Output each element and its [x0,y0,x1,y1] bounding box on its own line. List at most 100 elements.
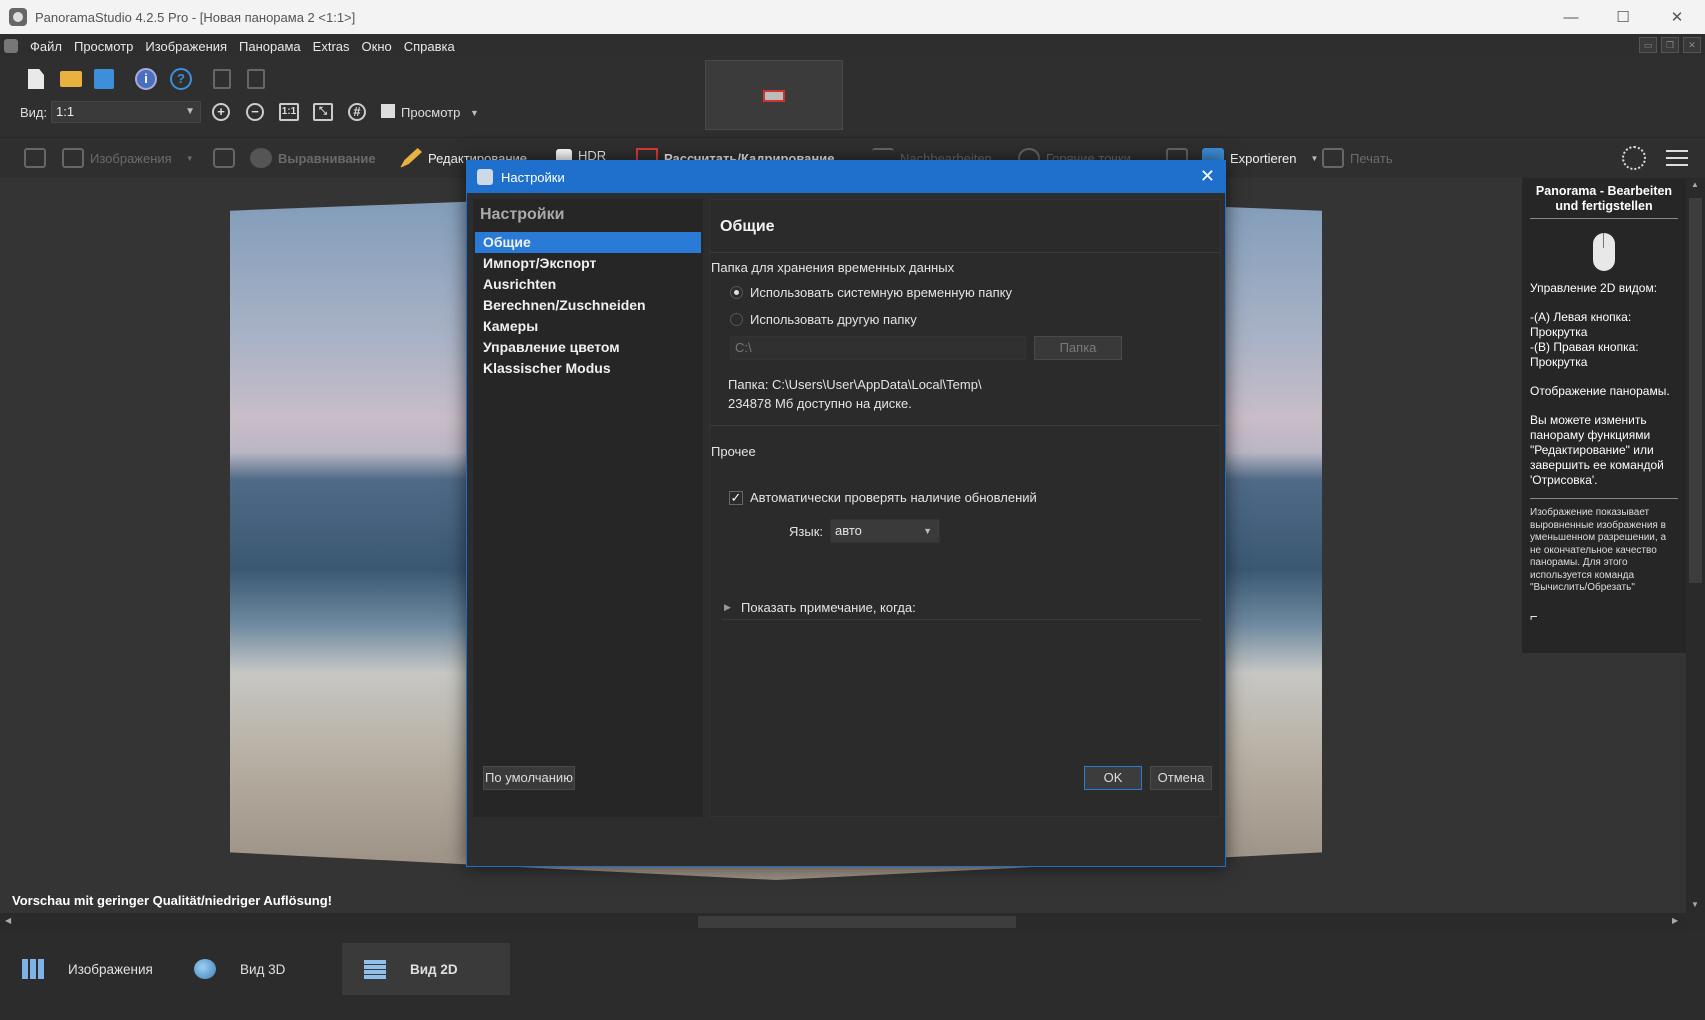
auto-update-checkbox[interactable]: ✓ [729,491,743,505]
panorama-2d-icon [364,959,386,979]
mdi-minimize-button[interactable]: ▭ [1639,37,1657,53]
settings-nav: Настройки Общие Импорт/Экспорт Ausrichte… [473,199,703,817]
workflow-align[interactable]: Выравнивание [250,148,376,168]
dialog-close-button[interactable]: ✕ [1200,166,1215,187]
scroll-right-icon[interactable]: ▶ [1672,916,1678,925]
theme-sun-icon[interactable] [1622,146,1646,170]
tab-2d-view[interactable]: Вид 2D [342,943,510,995]
menu-extras[interactable]: Extras [313,39,350,54]
language-label: Язык: [789,524,823,539]
horizontal-scrollbar-thumb[interactable] [698,916,1016,928]
expand-arrow-icon[interactable]: ▶ [724,602,731,613]
radio-other-folder[interactable] [730,313,743,326]
restore-defaults-button[interactable]: По умолчанию [483,766,575,790]
current-folder-path: Папка: C:\Users\User\AppData\Local\Temp\ [728,377,982,392]
zoom-in-icon[interactable]: + [212,103,230,121]
auto-update-label[interactable]: Автоматически проверять наличие обновлен… [750,490,1037,505]
page-title: Общие [720,218,775,235]
zoom-out-icon[interactable]: − [246,103,264,121]
minimize-button[interactable]: — [1545,0,1597,34]
doc-icon [4,39,18,53]
zoom-1-1-icon[interactable]: 1:1 [279,103,299,121]
help-display: Отображение панорамы. [1530,384,1670,398]
workflow-print[interactable]: Печать [1322,148,1393,168]
low-quality-notice: Vorschau mit geringer Qualität/niedriger… [12,893,332,908]
nav-item-import-export[interactable]: Импорт/Экспорт [475,253,701,274]
maximize-button[interactable]: ☐ [1597,0,1649,34]
nav-item-general[interactable]: Общие [475,232,701,253]
radio-system-temp[interactable] [730,286,743,299]
help-hint: Вы можете изменить панораму функциями "Р… [1530,413,1664,487]
help-panel-title: Panorama - Bearbeiten und fertigstellen [1530,184,1678,219]
chevron-down-icon: ▼ [923,526,932,536]
help-small-note: Изображение показывает выровненные изобр… [1530,498,1678,595]
mouse-icon [1593,233,1615,271]
menu-help[interactable]: Справка [404,39,455,54]
grid-icon[interactable]: # [348,103,366,121]
save-icon[interactable] [94,69,114,89]
ok-button[interactable]: OK [1084,766,1142,790]
language-select[interactable]: авто ▼ [830,519,940,543]
menu-file[interactable]: Файл [30,39,62,54]
show-note-expander[interactable]: Показать примечание, когда: [741,600,916,615]
chevron-down-icon: ▼ [185,106,195,117]
image-add-icon [24,148,46,168]
cancel-button[interactable]: Отмена [1150,766,1212,790]
dialog-title-bar: Настройки ✕ [467,161,1225,193]
vertical-scrollbar[interactable]: ▲ ▼ [1686,178,1705,913]
images-icon [62,148,84,168]
radio-system-temp-label[interactable]: Использовать системную временную папку [750,285,1012,300]
layout-left-icon[interactable] [213,69,231,89]
preview-dropdown-icon[interactable]: ▼ [470,108,479,118]
nav-item-align[interactable]: Ausrichten [475,274,701,295]
scroll-up-icon[interactable]: ▲ [1691,180,1699,189]
divider [710,252,1220,253]
help-right-button: -(B) Правая кнопка: Прокрутка [1530,340,1639,369]
open-folder-icon[interactable] [60,71,82,87]
mdi-restore-button[interactable]: ❐ [1661,37,1679,53]
layout-right-icon[interactable] [247,69,265,89]
workflow-images[interactable]: Изображения ▼ [62,148,194,168]
fit-window-icon[interactable]: ⤡ [313,103,333,121]
settings-content: Общие Папка для хранения временных данны… [709,199,1221,817]
misc-group-label: Прочее [711,444,756,459]
settings-dialog: Настройки ✕ Настройки Общие Импорт/Экспо… [466,160,1226,867]
view-zoom-select[interactable]: 1:1 ▼ [51,101,201,123]
align-icon [250,148,272,168]
pencil-icon [400,148,422,168]
hamburger-menu-icon[interactable] [1666,150,1688,166]
thumbnail-viewport-marker [763,90,785,102]
tab-images[interactable]: Изображения [0,943,170,995]
main-toolbar: i ? Вид: 1:1 ▼ + − 1:1 ⤡ # Просмотр ▼ [0,58,1705,138]
horizontal-scrollbar[interactable]: ◀ ▶ [0,913,1686,931]
menu-panorama[interactable]: Панорама [239,39,301,54]
preview-checkbox[interactable] [381,104,395,118]
menu-window[interactable]: Окно [362,39,392,54]
panorama-thumbnail[interactable] [705,60,843,130]
vertical-scrollbar-thumb[interactable] [1689,198,1702,583]
dialog-title: Настройки [501,169,565,185]
tab-3d-view[interactable]: Вид 3D [172,943,340,995]
add-images-button[interactable] [24,148,52,168]
help-icon[interactable]: ? [170,68,192,90]
nav-item-cameras[interactable]: Камеры [475,316,701,337]
camera-button[interactable] [213,148,241,168]
nav-item-color-management[interactable]: Управление цветом [475,337,701,358]
new-file-icon[interactable] [28,69,44,89]
scroll-down-icon[interactable]: ▼ [1691,900,1699,909]
menu-images[interactable]: Изображения [145,39,227,54]
language-value: авто [835,523,862,538]
folder-path-input[interactable]: C:\ [730,336,1026,360]
close-button[interactable]: ✕ [1651,0,1703,34]
nav-item-render-crop[interactable]: Berechnen/Zuschneiden [475,295,701,316]
menu-view[interactable]: Просмотр [74,39,133,54]
info-icon[interactable]: i [135,68,157,90]
globe-icon [194,959,216,979]
preview-label[interactable]: Просмотр [401,105,460,120]
dialog-app-icon [477,169,493,185]
nav-item-classic-mode[interactable]: Klassischer Modus [475,358,701,379]
scroll-left-icon[interactable]: ◀ [5,916,11,925]
radio-other-folder-label[interactable]: Использовать другую папку [750,312,917,327]
mdi-close-button[interactable]: ✕ [1683,37,1701,53]
folder-browse-button[interactable]: Папка [1034,336,1122,360]
